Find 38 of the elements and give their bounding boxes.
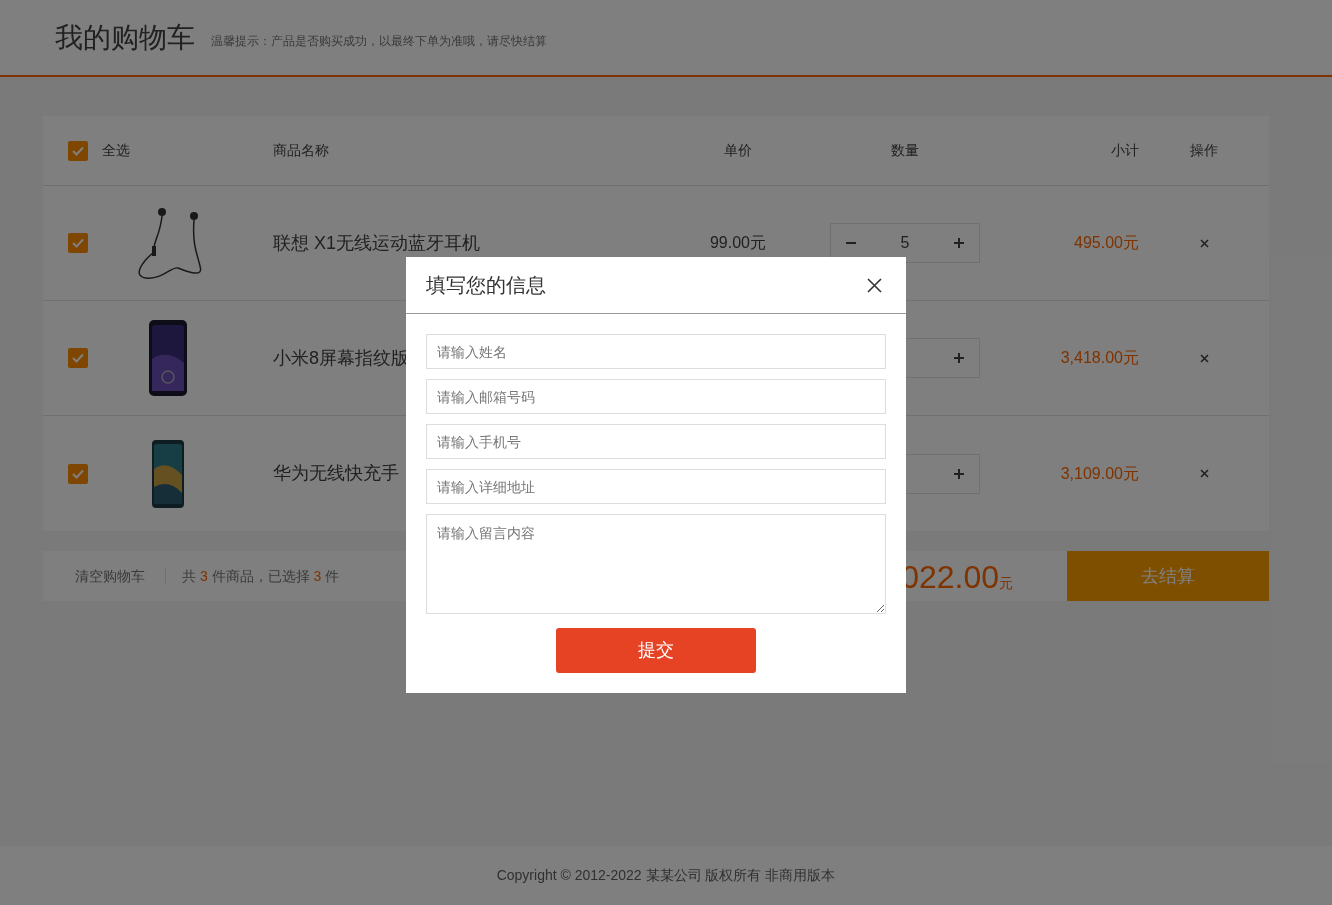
quantity-value[interactable]: 5: [900, 234, 910, 251]
subtotal: 3,418.00元: [1060, 349, 1139, 366]
product-name[interactable]: 联想 X1无线运动蓝牙耳机: [273, 232, 481, 253]
input-field[interactable]: 请输入姓名: [426, 334, 886, 369]
column-header: 单价: [724, 142, 752, 158]
checkbox[interactable]: [68, 348, 88, 368]
tip-text: 温馨提示：产品是否购买成功，以最终下单为准哦，请尽快结算: [211, 32, 547, 50]
checkbox[interactable]: [68, 233, 88, 253]
input-field[interactable]: 请输入手机号: [426, 424, 886, 459]
select-all-label[interactable]: 全选: [102, 140, 130, 161]
check-icon: [72, 238, 84, 248]
page-title: 我的购物车: [55, 20, 195, 55]
check-icon: [72, 145, 84, 156]
product-name[interactable]: 小米8屏幕指纹版: [273, 347, 409, 368]
check-icon: [72, 468, 84, 479]
input-field[interactable]: 请输入详细地址: [426, 469, 886, 504]
unit-price: 99.00元: [709, 234, 766, 251]
input-field[interactable]: 请输入邮箱号码: [426, 379, 886, 414]
copyright-text: Copyright © 2012-2022 某某公司 版权所有 非商用版本: [496, 866, 836, 885]
column-header: 数量: [891, 142, 919, 158]
clear-cart-link[interactable]: 清空购物车: [43, 568, 166, 584]
checkbox[interactable]: [68, 140, 88, 161]
message-field[interactable]: 请输入留言内容: [426, 514, 886, 614]
subtotal: 495.00元: [1074, 234, 1139, 251]
dialog-title: 填写您的信息: [426, 273, 546, 298]
subtotal: 3,109.00元: [1060, 464, 1139, 482]
check-icon: [72, 353, 84, 363]
plus-icon[interactable]: [954, 353, 964, 363]
plus-icon[interactable]: [954, 238, 964, 248]
submit-button[interactable]: 提交: [556, 628, 756, 673]
column-header: 小计: [1111, 142, 1139, 158]
checkbox[interactable]: [68, 463, 88, 484]
column-header: 操作: [1190, 142, 1218, 158]
plus-icon[interactable]: [954, 468, 964, 479]
cart-count-text: 共 3 件商品，已选择 3 件: [181, 566, 340, 586]
column-header: 商品名称: [273, 142, 329, 158]
close-icon[interactable]: [867, 277, 882, 293]
product-name[interactable]: 华为无线快充手: [273, 463, 399, 483]
